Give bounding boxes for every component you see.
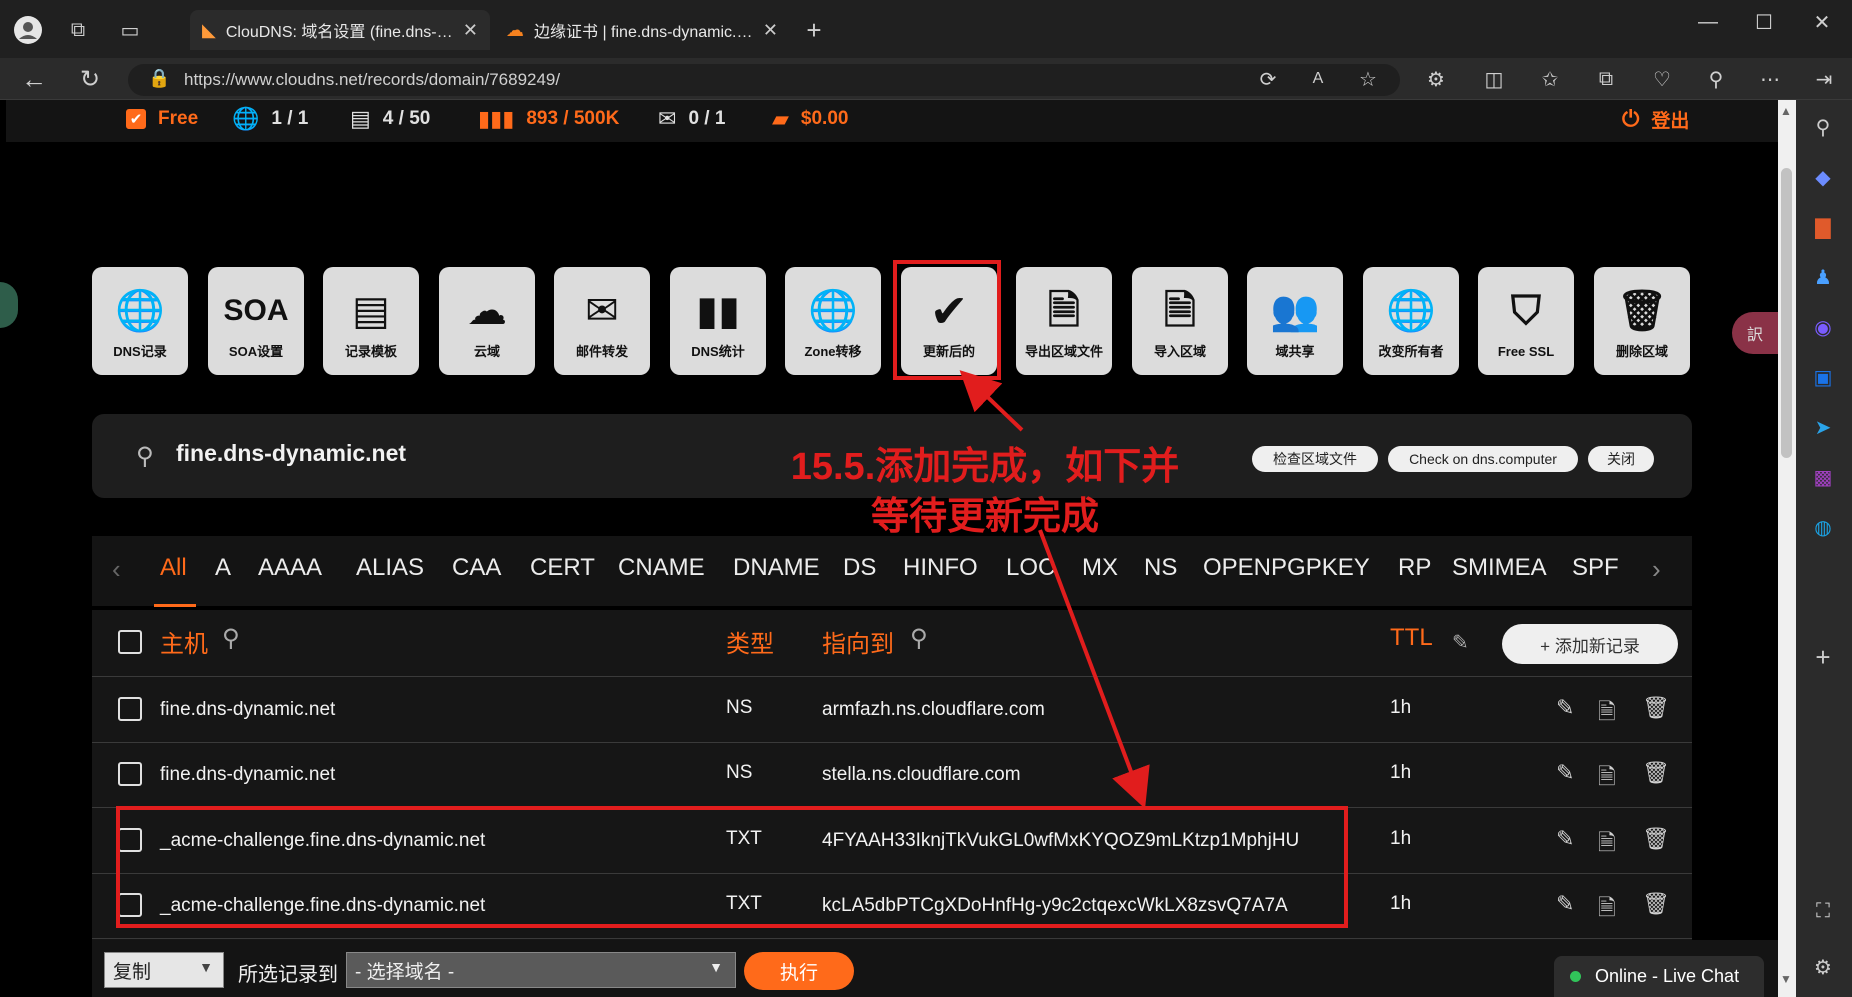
sidebar-search-icon[interactable]: ⚲ (1808, 112, 1838, 142)
annotation-text-line1: 15.5.添加完成，如下并 (790, 446, 1180, 488)
sidebar-skype-icon[interactable]: ◍ (1808, 512, 1838, 542)
sidebar-outlook-icon[interactable]: ▣ (1808, 362, 1838, 392)
scroll-up-icon[interactable]: ▲ (1780, 104, 1792, 118)
sidebar-settings-icon[interactable]: ⚙ (1808, 952, 1838, 982)
annotation-text-line2: 等待更新完成 (870, 496, 1099, 538)
scrollbar-thumb[interactable] (1781, 168, 1792, 458)
sidebar-add-icon[interactable]: + (1808, 642, 1838, 672)
sidebar-onenote-icon[interactable]: ▩ (1808, 462, 1838, 492)
sidebar-copilot-icon[interactable]: ◉ (1808, 312, 1838, 342)
sidebar-tools-icon[interactable]: ▇ (1808, 212, 1838, 242)
sidebar-send-icon[interactable]: ➤ (1808, 412, 1838, 442)
sidebar-screenshot-icon[interactable]: ⛶ (1808, 896, 1838, 926)
sidebar-tag-icon[interactable]: ◆ (1808, 162, 1838, 192)
sidebar-person-icon[interactable]: ♟ (1808, 262, 1838, 292)
scroll-down-icon[interactable]: ▼ (1780, 972, 1792, 986)
